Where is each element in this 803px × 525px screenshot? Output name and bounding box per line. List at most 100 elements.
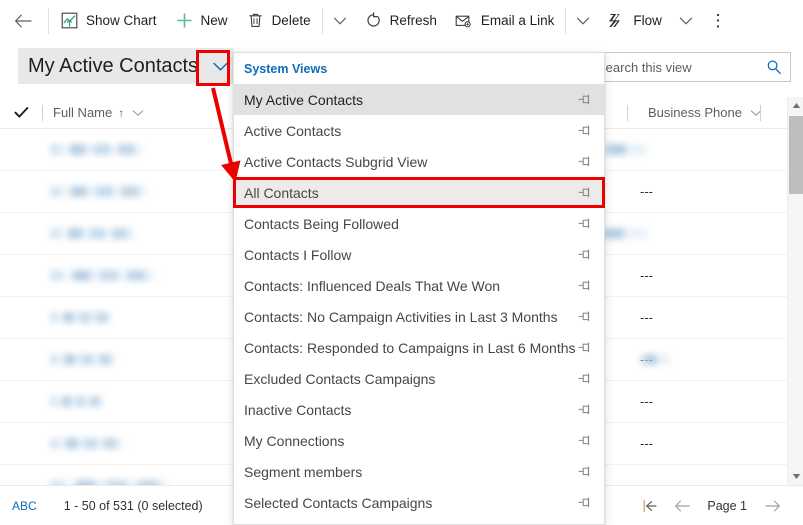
pin-icon[interactable] [576,403,594,416]
cell-full-name[interactable] [50,186,146,197]
scrollbar-thumb[interactable] [789,116,803,194]
email-overflow-chevron-down-icon[interactable] [568,0,598,42]
flyout-item-label: Contacts: Influenced Deals That We Won [244,277,501,294]
new-button[interactable]: New [166,0,237,42]
cell-business-phone[interactable]: --- [640,394,653,409]
cell-business-phone[interactable]: --- [640,310,653,325]
scroll-down-icon[interactable] [788,468,803,485]
flyout-item-contacts-influenced-deals-that-we-won[interactable]: Contacts: Influenced Deals That We Won [234,270,604,301]
pin-icon[interactable] [576,186,594,199]
flyout-item-segment-members[interactable]: Segment members [234,456,604,487]
cell-full-name[interactable] [50,144,142,155]
search-box[interactable] [586,52,791,82]
flyout-item-my-active-contacts[interactable]: My Active Contacts [234,84,604,115]
flyout-item-label: Active Contacts Subgrid View [244,153,428,170]
delete-label: Delete [271,12,311,28]
page-first-icon[interactable] [635,491,665,521]
view-selector[interactable]: My Active Contacts [18,48,235,84]
refresh-icon [364,11,383,30]
cell-secondary-value[interactable] [640,354,670,365]
flyout-item-contacts-responded-to-campaigns-in-last-6-months[interactable]: Contacts: Responded to Campaigns in Last… [234,332,604,363]
flyout-item-active-contacts-subgrid-view[interactable]: Active Contacts Subgrid View [234,146,604,177]
record-count-label: 1 - 50 of 531 (0 selected) [63,498,203,513]
redacted-value [640,354,670,365]
pin-icon[interactable] [576,434,594,447]
flow-chevron-down-icon[interactable] [671,0,701,42]
delete-overflow-chevron-down-icon[interactable] [325,0,355,42]
flyout-item-contacts-i-follow[interactable]: Contacts I Follow [234,239,604,270]
flyout-item-label: Excluded Contacts Campaigns [244,370,436,387]
flyout-item-active-contacts[interactable]: Active Contacts [234,115,604,146]
cell-full-name[interactable] [50,228,134,239]
column-header-full-name[interactable]: Full Name ↑ [43,97,154,129]
cell-full-name[interactable] [50,396,104,407]
view-selector-flyout[interactable]: System Views My Active Contacts Active Co… [233,52,605,525]
pin-icon[interactable] [576,217,594,230]
pin-icon[interactable] [576,310,594,323]
flyout-item-label: My Connections [244,432,345,449]
flyout-item-excluded-contacts-campaigns[interactable]: Excluded Contacts Campaigns [234,363,604,394]
cell-business-phone[interactable]: --- [640,184,653,199]
redacted-name [50,144,142,155]
show-chart-label: Show Chart [86,12,157,28]
column-header-business-phone-label: Business Phone [648,105,742,120]
page-next-arrow-right-icon[interactable] [757,491,787,521]
pin-icon[interactable] [576,279,594,292]
column-header-business-phone[interactable]: Business Phone [638,97,772,129]
flyout-item-label: Contacts Being Followed [244,215,399,232]
flyout-item-label: Contacts: Responded to Campaigns in Last… [244,339,576,356]
pin-icon[interactable] [576,465,594,478]
column-full-name-chevron-down-icon[interactable] [132,109,144,117]
trash-icon [246,11,265,30]
cell-business-phone[interactable]: --- [640,436,653,451]
refresh-label: Refresh [389,12,437,28]
pin-icon[interactable] [576,496,594,509]
redacted-value [600,144,646,155]
refresh-button[interactable]: Refresh [355,0,446,42]
select-all-checkmark-icon[interactable] [0,106,42,119]
header-divider-2 [627,104,628,121]
cell-secondary-value[interactable] [600,144,646,155]
header-divider-3 [760,104,761,121]
pin-icon[interactable] [576,341,594,354]
redacted-name [50,312,112,323]
page-number-label: Page 1 [707,499,747,513]
view-chevron-down-icon[interactable] [206,48,234,84]
pin-icon[interactable] [576,372,594,385]
cell-full-name[interactable] [50,312,112,323]
pin-icon[interactable] [576,124,594,137]
email-a-link-button[interactable]: Email a Link [446,0,564,42]
flyout-item-selected-contacts-campaigns[interactable]: Selected Contacts Campaigns [234,487,604,518]
vertical-scrollbar[interactable] [787,97,803,485]
cell-full-name[interactable] [50,354,116,365]
alpha-index-button[interactable]: ABC [12,499,37,513]
search-icon[interactable] [766,59,782,75]
flyout-item-label: All Contacts [244,184,319,201]
chart-icon [60,11,79,30]
cell-business-phone[interactable]: --- [640,268,653,283]
page-title: My Active Contacts [28,55,199,77]
flyout-item-contacts-no-campaign-activities-in-last-3-months[interactable]: Contacts: No Campaign Activities in Last… [234,301,604,332]
flyout-item-all-contacts[interactable]: All Contacts [234,177,604,208]
column-header-full-name-label: Full Name [53,105,113,120]
more-commands-icon[interactable]: ⋮ [701,0,735,42]
search-input[interactable] [597,59,766,75]
show-chart-button[interactable]: Show Chart [51,0,166,42]
back-button[interactable] [0,0,46,42]
pin-icon[interactable] [576,155,594,168]
flyout-item-label: My Active Contacts [244,91,364,108]
delete-button[interactable]: Delete [237,0,320,42]
flyout-item-my-connections[interactable]: My Connections [234,425,604,456]
flyout-item-inactive-contacts[interactable]: Inactive Contacts [234,394,604,425]
cell-full-name[interactable] [50,270,154,281]
page-prev-arrow-left-icon[interactable] [667,491,697,521]
toolbar-divider [48,7,49,34]
pin-icon[interactable] [576,248,594,261]
cell-full-name[interactable] [50,438,122,449]
flyout-item-list[interactable]: My Active Contacts Active Contacts Active … [234,84,604,518]
flyout-item-contacts-being-followed[interactable]: Contacts Being Followed [234,208,604,239]
flow-button[interactable]: Flow [598,0,671,42]
pin-icon[interactable] [576,93,594,106]
scroll-up-icon[interactable] [788,97,803,114]
flyout-item-label: Segment members [244,463,363,480]
